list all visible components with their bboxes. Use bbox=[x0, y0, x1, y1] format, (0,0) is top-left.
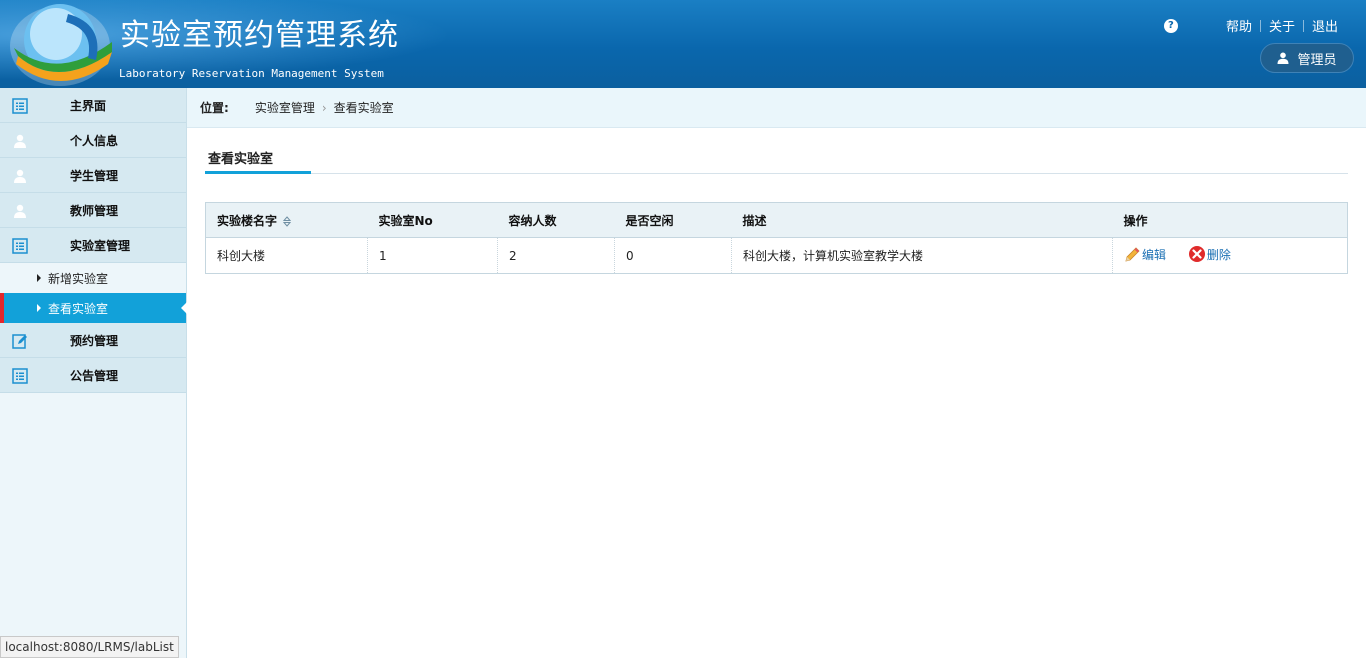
status-bar-url: localhost:8080/LRMS/labList bbox=[0, 636, 179, 658]
cell-lab-no: 1 bbox=[367, 237, 498, 274]
breadcrumb-parent-link[interactable]: 实验室管理 bbox=[255, 99, 315, 116]
user-icon bbox=[14, 169, 26, 183]
sidebar-item-notices[interactable]: 公告管理 bbox=[0, 358, 186, 393]
breadcrumb-label: 位置: bbox=[200, 101, 229, 115]
column-header-actions: 操作 bbox=[1112, 202, 1348, 238]
cell-idle: 0 bbox=[614, 237, 732, 274]
list-icon bbox=[12, 368, 28, 384]
active-marker bbox=[0, 293, 4, 323]
help-link[interactable]: 帮助 bbox=[1218, 16, 1260, 35]
sidebar-item-label: 主界面 bbox=[70, 98, 107, 113]
sidebar-subitem-label: 新增实验室 bbox=[48, 271, 109, 286]
caret-right-icon bbox=[37, 274, 41, 282]
sidebar-item-label: 个人信息 bbox=[70, 133, 119, 148]
labs-table: 实验楼名字 实验室No 容纳人数 是否空闲 描述 操作 科创大楼 1 2 0 科… bbox=[205, 202, 1348, 274]
table-row: 科创大楼 1 2 0 科创大楼，计算机实验室教学大楼 编辑 删除 bbox=[205, 237, 1348, 274]
top-links: ? 帮助 关于 退出 bbox=[1163, 16, 1346, 35]
column-header-idle: 是否空闲 bbox=[614, 202, 732, 238]
breadcrumb-current[interactable]: 查看实验室 bbox=[334, 99, 394, 116]
delete-button[interactable]: 删除 bbox=[1188, 245, 1231, 263]
edit-label: 编辑 bbox=[1142, 248, 1167, 262]
table-header-row: 实验楼名字 实验室No 容纳人数 是否空闲 描述 操作 bbox=[205, 202, 1348, 238]
question-icon[interactable]: ? bbox=[1163, 18, 1178, 33]
logout-link[interactable]: 退出 bbox=[1304, 16, 1346, 35]
cell-description: 科创大楼，计算机实验室教学大楼 bbox=[731, 237, 1113, 274]
sidebar-item-teachers[interactable]: 教师管理 bbox=[0, 193, 186, 228]
sidebar: 主界面 个人信息 学生管理 教师管理 实验室管理 新增实验室 查看实验室 预约管… bbox=[0, 88, 187, 658]
cell-building: 科创大楼 bbox=[205, 237, 368, 274]
user-icon bbox=[14, 204, 26, 218]
list-icon bbox=[12, 238, 28, 254]
sidebar-item-labs[interactable]: 实验室管理 bbox=[0, 228, 186, 263]
sidebar-item-profile[interactable]: 个人信息 bbox=[0, 123, 186, 158]
globe-logo-icon bbox=[10, 4, 112, 86]
user-icon bbox=[14, 134, 26, 148]
delete-x-icon bbox=[1188, 246, 1205, 262]
breadcrumb: 位置: 实验室管理 › 查看实验室 bbox=[187, 88, 1366, 128]
sort-icon[interactable] bbox=[283, 215, 292, 227]
tab-bar: 查看实验室 bbox=[205, 140, 1348, 174]
user-icon bbox=[1277, 52, 1289, 64]
column-header-capacity: 容纳人数 bbox=[497, 202, 615, 238]
user-button[interactable]: 管理员 bbox=[1260, 43, 1354, 73]
cell-capacity: 2 bbox=[497, 237, 615, 274]
user-name: 管理员 bbox=[1297, 52, 1337, 68]
active-notch bbox=[181, 302, 187, 314]
column-header-building[interactable]: 实验楼名字 bbox=[205, 202, 368, 238]
sidebar-subitem-label: 查看实验室 bbox=[48, 301, 109, 316]
edit-icon bbox=[12, 334, 27, 349]
caret-right-icon bbox=[37, 304, 41, 312]
sidebar-item-label: 公告管理 bbox=[70, 368, 119, 383]
sidebar-item-label: 学生管理 bbox=[70, 168, 119, 183]
sidebar-subitem-add-lab[interactable]: 新增实验室 bbox=[0, 263, 186, 293]
delete-label: 删除 bbox=[1206, 247, 1231, 262]
about-link[interactable]: 关于 bbox=[1261, 16, 1303, 35]
column-header-description: 描述 bbox=[731, 202, 1113, 238]
sidebar-item-label: 预约管理 bbox=[70, 333, 119, 348]
column-header-lab-no: 实验室No bbox=[367, 202, 498, 238]
chevron-right-icon: › bbox=[321, 100, 327, 115]
cell-actions: 编辑 删除 bbox=[1112, 237, 1348, 274]
edit-button[interactable]: 编辑 bbox=[1124, 246, 1166, 263]
sidebar-item-label: 实验室管理 bbox=[70, 238, 131, 253]
tab-view-labs[interactable]: 查看实验室 bbox=[205, 140, 311, 174]
sidebar-subitem-view-labs[interactable]: 查看实验室 bbox=[0, 293, 187, 323]
sidebar-item-students[interactable]: 学生管理 bbox=[0, 158, 186, 193]
app-title: 实验室预约管理系统 bbox=[120, 18, 399, 53]
app-subtitle: Laboratory Reservation Management System bbox=[119, 67, 384, 80]
sidebar-item-label: 教师管理 bbox=[70, 203, 119, 218]
column-header-label: 实验楼名字 bbox=[217, 213, 278, 228]
pencil-icon bbox=[1125, 247, 1140, 262]
list-icon bbox=[12, 98, 28, 114]
sidebar-item-home[interactable]: 主界面 bbox=[0, 88, 186, 123]
sidebar-item-reservations[interactable]: 预约管理 bbox=[0, 323, 186, 358]
header: 实验室预约管理系统 Laboratory Reservation Managem… bbox=[0, 0, 1366, 88]
